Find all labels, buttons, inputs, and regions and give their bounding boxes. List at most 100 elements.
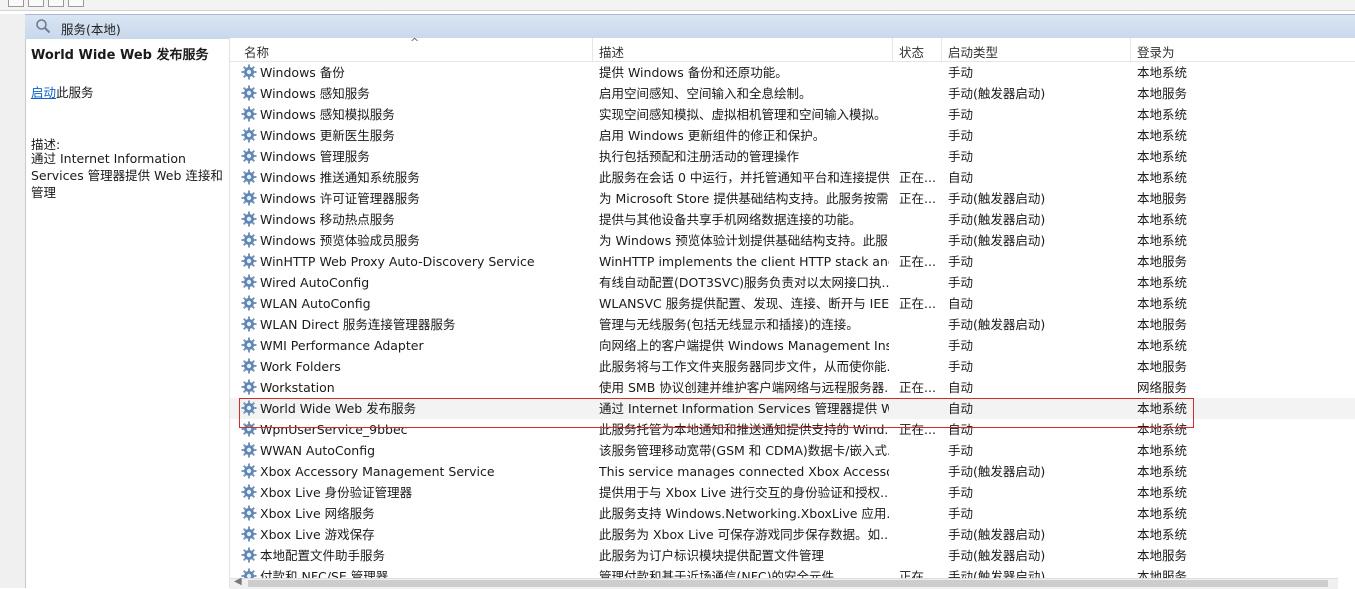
column-header-status[interactable]: 状态	[899, 42, 924, 61]
service-name: Windows 感知模拟服务	[260, 107, 395, 122]
gear-icon	[241, 148, 257, 164]
gear-icon	[241, 85, 257, 101]
service-startup-type: 自动	[948, 170, 974, 185]
service-logon-as: 本地系统	[1137, 149, 1188, 164]
service-description: 启用空间感知、空间输入和全息绘制。	[599, 86, 812, 101]
table-row[interactable]: Work Folders 此服务将与工作文件夹服务器同步文件，从而使你能... 手动…	[230, 356, 1355, 377]
table-row[interactable]: WWAN AutoConfig 该服务管理移动宽带(GSM 和 CDMA)数据卡/…	[230, 440, 1355, 461]
table-row[interactable]: Windows 更新医生服务 启用 Windows 更新组件的修正和保护。 手动 本地…	[230, 125, 1355, 146]
table-row[interactable]: Windows 管理服务 执行包括预配和注册活动的管理操作 手动 本地系统	[230, 146, 1355, 167]
service-logon-as: 本地系统	[1137, 506, 1188, 521]
gear-icon	[241, 295, 257, 311]
table-row[interactable]: 本地配置文件助手服务 此服务为订户标识模块提供配置文件管理 手动(触发器启动) 本地服…	[230, 545, 1355, 566]
table-row[interactable]: WMI Performance Adapter 向网络上的客户端提供 Window…	[230, 335, 1355, 356]
scroll-left-icon[interactable]: ◀	[234, 576, 242, 587]
horizontal-scrollbar[interactable]: ◀	[230, 576, 1338, 589]
service-startup-type: 手动	[948, 149, 974, 164]
toolbar-back-button[interactable]	[8, 0, 24, 7]
service-name: Workstation	[260, 380, 335, 395]
service-status: 正在...	[899, 422, 936, 437]
service-startup-type: 手动(触发器启动)	[948, 527, 1046, 542]
service-description: 启用 Windows 更新组件的修正和保护。	[599, 128, 826, 143]
table-row[interactable]: Windows 感知模拟服务 实现空间感知模拟、虚拟相机管理和空间输入模拟。 手动 本…	[230, 104, 1355, 125]
toolbar-view-button[interactable]	[48, 0, 64, 7]
table-row[interactable]: Workstation 使用 SMB 协议创建并维护客户端网络与远程服务器... 正…	[230, 377, 1355, 398]
toolbar-refresh-button[interactable]	[68, 0, 84, 7]
service-logon-as: 本地服务	[1137, 317, 1188, 332]
service-name: Windows 推送通知系统服务	[260, 170, 420, 185]
service-logon-as: 本地系统	[1137, 338, 1188, 353]
service-description: 提供用于与 Xbox Live 进行交互的身份验证和授权...	[599, 485, 889, 500]
table-row[interactable]: Xbox Accessory Management Service This se…	[230, 461, 1355, 482]
service-startup-type: 手动	[948, 65, 974, 80]
gear-icon	[241, 232, 257, 248]
column-header-description[interactable]: 描述	[599, 42, 624, 61]
column-header-name[interactable]: 名称	[244, 42, 269, 61]
start-service-link[interactable]: 启动	[31, 85, 56, 100]
service-startup-type: 手动	[948, 107, 974, 122]
table-row[interactable]: 付款和 NFC/SE 管理器 管理付款和基于近场通信(NFC)的安全元件。 正在..…	[230, 566, 1355, 578]
table-row[interactable]: Windows 移动热点服务 提供与其他设备共享手机网络数据连接的功能。 手动(触发…	[230, 209, 1355, 230]
console-tree-edge	[0, 14, 26, 588]
gear-icon	[241, 106, 257, 122]
service-description: 使用 SMB 协议创建并维护客户端网络与远程服务器...	[599, 380, 889, 395]
service-name: WpnUserService_9bbec	[260, 422, 408, 437]
service-logon-as: 本地服务	[1137, 254, 1188, 269]
service-name: Windows 更新医生服务	[260, 128, 395, 143]
table-row[interactable]: Xbox Live 游戏保存 此服务为 Xbox Live 可保存游戏同步保存数据…	[230, 524, 1355, 545]
service-detail-panel: World Wide Web 发布服务 启动此服务 描述: 通过 Interne…	[26, 39, 230, 588]
gear-icon	[241, 358, 257, 374]
table-row[interactable]: Wired AutoConfig 有线自动配置(DOT3SVC)服务负责对以太网接…	[230, 272, 1355, 293]
service-logon-as: 本地系统	[1137, 464, 1188, 479]
gear-icon	[241, 337, 257, 353]
service-name: Xbox Live 身份验证管理器	[260, 485, 413, 500]
service-startup-type: 手动	[948, 359, 974, 374]
service-name: Windows 管理服务	[260, 149, 370, 164]
service-name: Xbox Accessory Management Service	[260, 464, 495, 479]
table-row[interactable]: Windows 预览体验成员服务 为 Windows 预览体验计划提供基础结构支持…	[230, 230, 1355, 251]
service-description: 提供与其他设备共享手机网络数据连接的功能。	[599, 212, 862, 227]
service-name: Windows 备份	[260, 65, 345, 80]
service-description: 为 Microsoft Store 提供基础结构支持。此服务按需...	[599, 191, 889, 206]
gear-icon	[241, 547, 257, 563]
gear-icon	[241, 274, 257, 290]
service-logon-as: 本地系统	[1137, 128, 1188, 143]
table-row[interactable]: WLAN AutoConfig WLANSVC 服务提供配置、发现、连接、断开与 …	[230, 293, 1355, 314]
service-name: Windows 预览体验成员服务	[260, 233, 420, 248]
table-row[interactable]: World Wide Web 发布服务 通过 Internet Informati…	[230, 398, 1355, 419]
service-status: 正在...	[899, 380, 936, 395]
sort-ascending-icon: ^	[410, 36, 420, 49]
table-row[interactable]: Xbox Live 身份验证管理器 提供用于与 Xbox Live 进行交互的身份…	[230, 482, 1355, 503]
service-name: WMI Performance Adapter	[260, 338, 424, 353]
service-description: 向网络上的客户端提供 Windows Management Ins...	[599, 338, 889, 353]
service-description: This service manages connected Xbox Acce…	[599, 464, 889, 479]
table-row[interactable]: Xbox Live 网络服务 此服务支持 Windows.Networking.X…	[230, 503, 1355, 524]
service-startup-type: 手动(触发器启动)	[948, 212, 1046, 227]
service-logon-as: 本地系统	[1137, 422, 1188, 437]
column-header-logon-as[interactable]: 登录为	[1137, 42, 1175, 61]
table-row[interactable]: Windows 感知服务 启用空间感知、空间输入和全息绘制。 手动(触发器启动) 本地…	[230, 83, 1355, 104]
service-startup-type: 手动(触发器启动)	[948, 191, 1046, 206]
service-name: Windows 许可证管理器服务	[260, 191, 420, 206]
toolbar-strip	[0, 0, 1355, 11]
scrollbar-thumb[interactable]	[248, 580, 1328, 587]
table-row[interactable]: Windows 推送通知系统服务 此服务在会话 0 中运行，并托管通知平台和连接提…	[230, 167, 1355, 188]
table-row[interactable]: WLAN Direct 服务连接管理器服务 管理与无线服务(包括无线显示和插接)的…	[230, 314, 1355, 335]
table-row[interactable]: Windows 许可证管理器服务 为 Microsoft Store 提供基础结构…	[230, 188, 1355, 209]
table-row[interactable]: Windows 备份 提供 Windows 备份和还原功能。 手动 本地系统	[230, 62, 1355, 83]
table-row[interactable]: WinHTTP Web Proxy Auto-Discovery Service…	[230, 251, 1355, 272]
column-header-startup-type[interactable]: 启动类型	[948, 42, 998, 61]
service-name: Xbox Live 游戏保存	[260, 527, 375, 542]
description-text: 通过 Internet Information Services 管理器提供 W…	[31, 151, 223, 200]
toolbar-forward-button[interactable]	[28, 0, 44, 7]
table-row[interactable]: WpnUserService_9bbec 此服务托管为本地通知和推送通知提供支持的…	[230, 419, 1355, 440]
service-description: 该服务管理移动宽带(GSM 和 CDMA)数据卡/嵌入式...	[599, 443, 889, 458]
service-logon-as: 本地系统	[1137, 401, 1188, 416]
gear-icon	[241, 64, 257, 80]
service-name: Windows 移动热点服务	[260, 212, 395, 227]
service-startup-type: 自动	[948, 422, 974, 437]
service-status: 正在...	[899, 170, 936, 185]
service-name: WinHTTP Web Proxy Auto-Discovery Service	[260, 254, 535, 269]
column-header-bar: ^ 名称 描述 状态 启动类型 登录为	[230, 36, 1355, 62]
service-logon-as: 本地服务	[1137, 359, 1188, 374]
